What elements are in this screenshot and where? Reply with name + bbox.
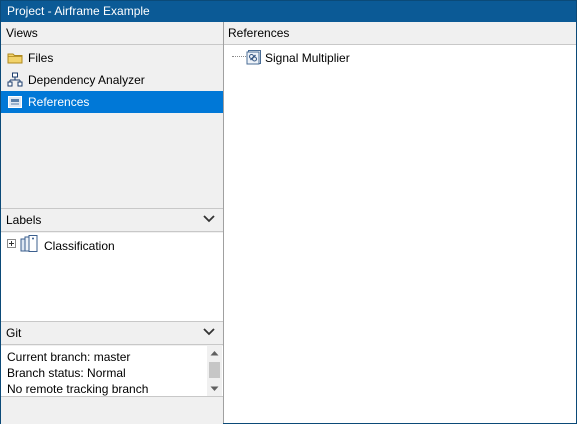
label-item-text: Classification [44,239,115,253]
git-scrollbar[interactable] [207,346,222,396]
git-info: Current branch: master Branch status: No… [1,346,223,396]
left-sidebar: Views Files Dependency Analyzer Referenc… [1,22,224,424]
git-header[interactable]: Git [1,322,223,345]
views-item-label: References [28,95,90,109]
tree-connector [232,56,246,57]
labels-header[interactable]: Labels [1,209,223,232]
views-item-label: Dependency Analyzer [28,73,145,87]
references-header-label: References [228,26,290,40]
project-reference-icon [246,50,261,65]
labels-header-label: Labels [6,213,42,227]
title-bar[interactable]: Project - Airframe Example [1,1,576,22]
views-item-dependency-analyzer[interactable]: Dependency Analyzer [1,69,223,91]
label-tag-icon [20,235,38,252]
hierarchy-icon [7,72,23,87]
views-item-label: Files [28,51,54,65]
scroll-up-icon[interactable] [210,350,219,356]
scroll-thumb[interactable] [209,362,220,378]
references-header: References [224,22,576,45]
git-current-branch: Current branch: master [7,350,131,364]
plus-icon[interactable] [7,239,16,248]
sidebar-footer [1,396,223,424]
reference-item-label: Signal Multiplier [265,51,350,65]
chevron-down-icon[interactable] [203,327,215,337]
views-item-files[interactable]: Files [1,47,223,69]
chevron-down-icon[interactable] [203,214,215,224]
git-branch-status: Branch status: Normal [7,366,126,380]
references-icon [8,96,22,108]
folder-icon [7,53,23,64]
git-remote-tracking: No remote tracking branch [7,382,149,396]
label-item-classification[interactable]: Classification [7,235,207,255]
window-title: Project - Airframe Example [7,4,150,18]
project-window: Project - Airframe Example Views Files D… [0,0,577,424]
git-header-label: Git [6,326,22,340]
references-panel: References Signal Multiplier [224,22,576,423]
scroll-down-icon[interactable] [210,386,219,392]
views-item-references[interactable]: References [1,91,223,113]
views-header: Views [1,22,223,45]
views-header-label: Views [6,26,38,40]
views-list: Files Dependency Analyzer References [1,45,223,209]
reference-item-signal-multiplier[interactable]: Signal Multiplier [232,48,432,66]
